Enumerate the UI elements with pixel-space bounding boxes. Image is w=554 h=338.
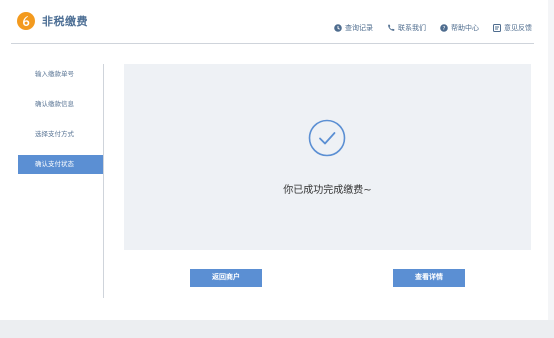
return-merchant-button[interactable]: 返回商户: [190, 269, 262, 287]
help-icon: ?: [440, 24, 448, 32]
top-link-contact[interactable]: 联系我们: [387, 23, 426, 33]
top-link-label: 联系我们: [398, 24, 426, 32]
top-link-records[interactable]: 查询记录: [334, 23, 373, 33]
top-link-help[interactable]: ? 帮助中心: [440, 23, 479, 33]
svg-text:?: ?: [443, 26, 446, 32]
sidebar-divider: [103, 64, 104, 298]
top-link-label: 意见反馈: [504, 24, 532, 32]
footer-bar: [0, 320, 554, 338]
view-details-button[interactable]: 查看详情: [393, 269, 465, 287]
record-icon: [334, 24, 342, 32]
app-title: 非税缴费: [42, 15, 88, 28]
header-divider: [11, 43, 534, 44]
result-message: 你已成功完成缴费~: [283, 185, 372, 196]
top-link-feedback[interactable]: 意见反馈: [493, 23, 532, 33]
step-confirm-payment-info[interactable]: 确认缴款信息: [18, 95, 104, 114]
top-link-label: 查询记录: [345, 24, 373, 32]
top-link-label: 帮助中心: [451, 24, 479, 32]
step-sidebar: 输入缴款单号 确认缴款信息 选择支付方式 确认支付状态: [18, 60, 104, 300]
check-circle-icon: [308, 119, 346, 157]
header: 非税缴费 查询记录 联系我们 ? 帮助中心 意见反馈: [0, 0, 554, 44]
step-input-bill-number[interactable]: 输入缴款单号: [18, 65, 104, 84]
result-panel: 你已成功完成缴费~: [124, 64, 531, 250]
phone-icon: [388, 24, 395, 31]
feedback-icon: [493, 24, 501, 32]
top-links: 查询记录 联系我们 ? 帮助中心 意见反馈: [334, 23, 532, 33]
app-logo-icon: [17, 12, 35, 30]
right-edge: [548, 0, 554, 320]
step-choose-payment-method[interactable]: 选择支付方式: [18, 125, 104, 144]
step-confirm-payment-status[interactable]: 确认支付状态: [18, 155, 104, 174]
